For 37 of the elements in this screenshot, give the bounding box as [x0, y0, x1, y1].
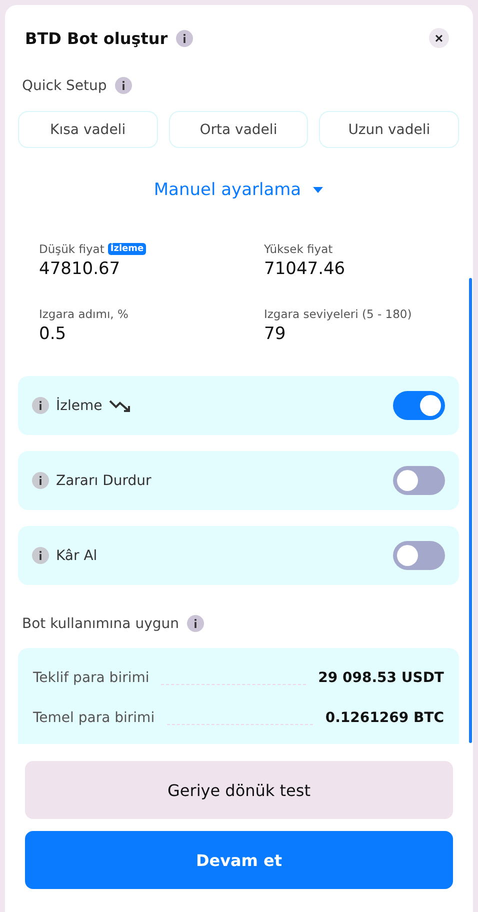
toggle-switch[interactable]	[393, 541, 445, 570]
balance-label: Temel para birimi	[33, 710, 155, 726]
preset-button[interactable]: Orta vadeli	[168, 111, 308, 148]
field-label: Izgara adımı, %	[39, 307, 128, 321]
preset-button[interactable]: Kısa vadeli	[18, 111, 158, 148]
caret-icon	[313, 187, 324, 193]
balance-label: Teklif para birimi	[33, 670, 150, 686]
field-value[interactable]: 79	[264, 324, 459, 344]
info-icon[interactable]	[187, 615, 204, 632]
field-value[interactable]: 47810.67	[39, 259, 264, 279]
section-label: Bot kullanımına uygun	[22, 616, 180, 632]
dialog-title: BTD Bot oluştur	[25, 28, 168, 48]
field-label: Izgara seviyeleri (5 - 180)	[264, 307, 412, 321]
continue-button[interactable]: Devam et	[25, 831, 453, 889]
info-icon[interactable]	[32, 397, 49, 414]
info-icon[interactable]	[32, 547, 49, 564]
info-icon[interactable]	[176, 30, 193, 46]
preset-button[interactable]: Uzun vadeli	[319, 111, 459, 148]
balance-value: 29 098.53 USDT	[318, 670, 444, 686]
toggle-switch[interactable]	[393, 466, 445, 495]
toggle-switch[interactable]	[393, 391, 445, 420]
close-button[interactable]: ×	[429, 28, 449, 48]
setting-label: Kâr Al	[56, 548, 98, 564]
tag: İzleme	[108, 243, 146, 255]
scrollbar[interactable]	[469, 278, 472, 743]
setting-label: İzleme	[56, 398, 102, 414]
manual-setup-dropdown[interactable]: Manuel ayarlama	[154, 180, 324, 200]
info-icon[interactable]	[32, 472, 49, 489]
backtest-button[interactable]: Geriye dönük test	[25, 761, 453, 819]
field-value[interactable]: 0.5	[39, 324, 264, 344]
field-label: Düşük fiyat	[39, 242, 104, 256]
setting-label: Zararı Durdur	[56, 472, 152, 488]
field-value[interactable]: 71047.46	[264, 259, 459, 279]
section-label: Quick Setup	[22, 78, 107, 94]
balance-value: 0.1261269 BTC	[325, 710, 444, 726]
field-label: Yüksek fiyat	[264, 242, 333, 256]
info-icon[interactable]	[114, 77, 132, 94]
